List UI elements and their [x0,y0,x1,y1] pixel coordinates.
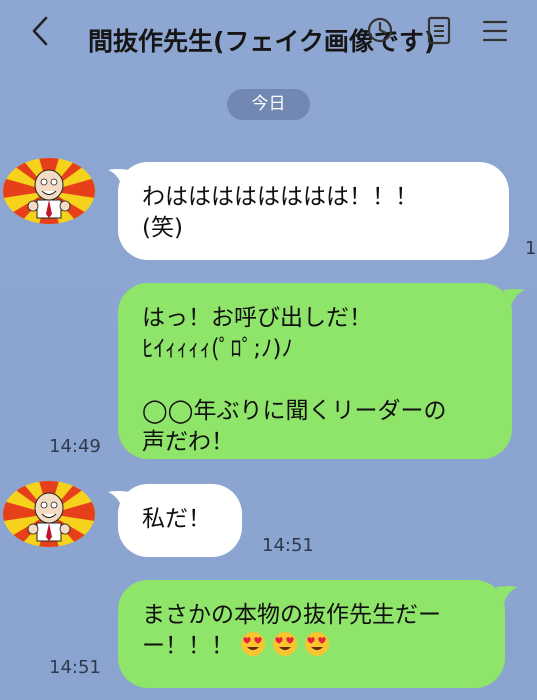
message-bubble-sent[interactable]: はっ！お呼び出しだ！ ﾋｲｨｨｨｨ(ﾟﾛﾟ;ﾉ)ﾉ ◯◯年ぶりに聞くリーダーの … [118,283,512,459]
notes-icon[interactable] [424,14,454,46]
avatar[interactable] [3,481,95,547]
message-time: 14:51 [262,535,314,556]
sunburst-character-icon [3,481,95,547]
date-separator: 今日 [227,89,310,120]
message-bubble-received[interactable]: 私だ！ [118,484,242,557]
chat-header: 間抜作先生(フェイク画像です) [0,0,537,66]
message-bubble-received[interactable]: わはははははははは！！！ (笑) [118,162,509,260]
heart-eyes-emoji-group [234,632,330,659]
avatar[interactable] [3,158,95,224]
clock-icon[interactable] [365,14,395,46]
chat-screen: 間抜作先生(フェイク画像です) 今日 わはははははははは！！！ (笑) 1 はっ… [0,0,537,700]
back-chevron-icon[interactable] [28,14,52,48]
menu-icon[interactable] [480,14,510,46]
heart-eyes-emoji-icon [305,632,329,656]
heart-eyes-emoji-icon [273,632,297,656]
message-time: 14:49 [49,436,101,457]
message-time: 14 [525,238,537,259]
sunburst-character-icon [3,158,95,224]
message-bubble-sent[interactable]: まさかの本物の抜作先生だー ー！！！ [118,580,505,688]
message-time: 14:51 [49,657,101,678]
heart-eyes-emoji-icon [241,632,265,656]
